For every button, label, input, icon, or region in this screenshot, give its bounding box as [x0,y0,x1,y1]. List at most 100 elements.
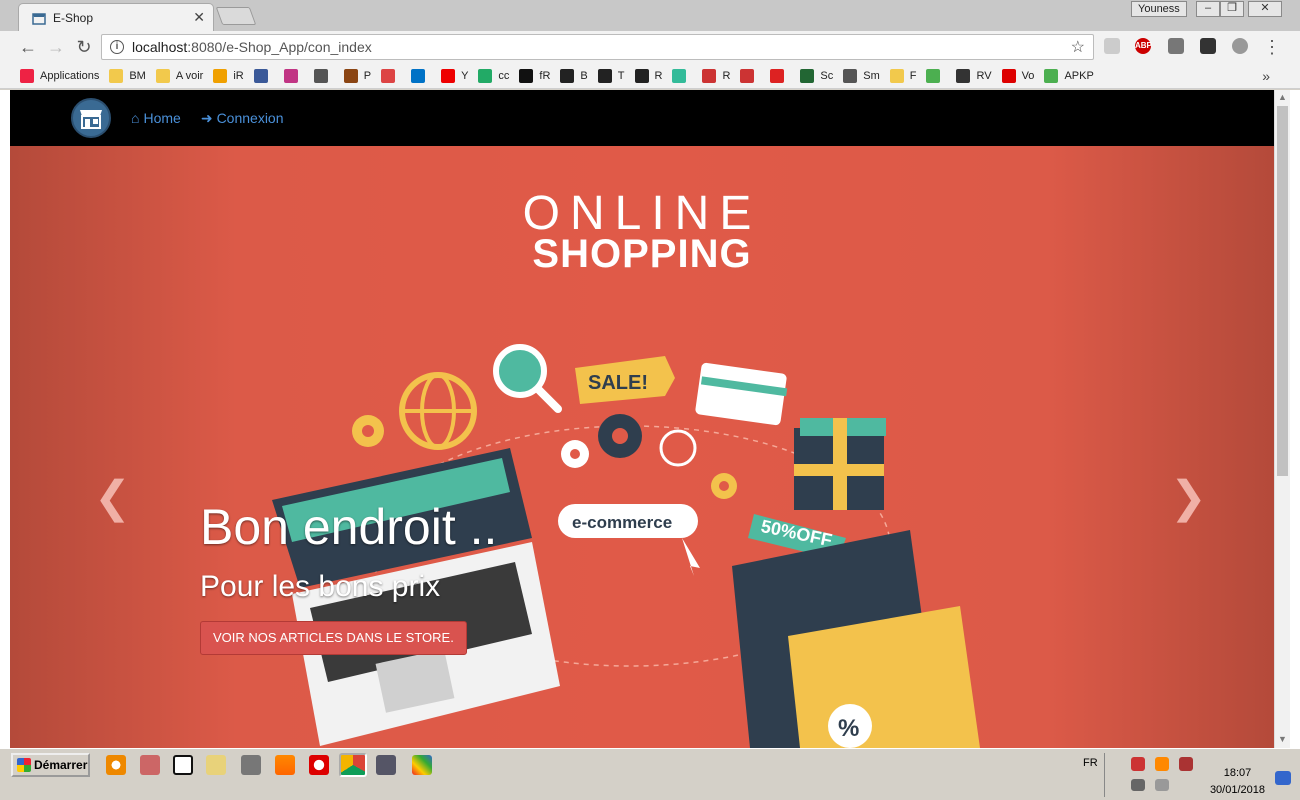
bookmark-favicon-icon [956,68,971,83]
bookmark-item[interactable]: cc [478,68,509,83]
bookmark-item[interactable]: RV [956,68,992,83]
credit-card-icon [695,362,788,426]
bookmark-favicon-icon [441,68,456,83]
bookmark-favicon-icon [1044,68,1059,83]
bookmarks-overflow-button[interactable]: » [1262,68,1270,84]
nav-home-link[interactable]: ⌂ Home [131,110,181,126]
bookmark-item[interactable]: iR [213,68,244,83]
network-icon[interactable] [1131,779,1145,791]
tab-close-icon[interactable]: ✕ [193,9,205,26]
bookmark-item[interactable]: T [597,68,625,83]
bookmark-item[interactable]: R [702,68,730,83]
bookmark-item[interactable] [770,68,790,83]
close-window-button[interactable]: ✕ [1248,1,1282,17]
chrome-taskbar-icon[interactable] [339,753,367,777]
tray-icon[interactable] [1131,757,1145,771]
search-icon[interactable] [106,755,126,775]
scroll-down-icon[interactable]: ▼ [1278,734,1287,744]
carousel-next-button[interactable]: ❯ [1170,476,1207,520]
bookmark-item[interactable]: A voir [155,68,203,83]
bookmark-favicon-icon [740,68,755,83]
bookmark-item[interactable]: P [343,68,371,83]
bookmark-item[interactable]: R [634,68,662,83]
bookmark-label: BM [129,69,146,82]
page-scrollbar[interactable]: ▲ ▼ [1274,90,1290,748]
scroll-thumb[interactable] [1277,106,1288,476]
extension-icon[interactable] [1168,38,1184,54]
bookmark-label: Sm [863,69,880,82]
address-bar[interactable]: i localhost:8080/e-Shop_App/con_index ☆ [101,34,1094,60]
extension-icon[interactable] [1104,38,1120,54]
tray-icon[interactable] [1179,757,1193,771]
bookmark-item[interactable]: B [560,68,588,83]
chrome-menu-button[interactable]: ⋮ [1262,37,1282,57]
url-text: localhost:8080/e-Shop_App/con_index [132,39,372,55]
view-store-button[interactable]: VOIR NOS ARTICLES DANS LE STORE. [200,621,467,655]
nav-login-link[interactable]: ➜ Connexion [201,110,284,127]
carousel-caption-text: Pour les bons prix [200,570,441,603]
desktop-icon[interactable] [173,755,193,775]
browser-tab[interactable]: E-Shop ✕ [18,3,214,31]
bookmark-item[interactable]: Y [441,68,469,83]
bookmark-favicon-icon [800,68,815,83]
extension-icon[interactable] [1200,38,1216,54]
reload-button[interactable]: ↻ [74,37,94,57]
bookmark-label: Y [461,69,469,82]
show-desktop-icon[interactable] [1275,771,1291,785]
bookmark-item[interactable]: APKP [1044,68,1094,83]
gift-box-icon [794,418,886,510]
back-button[interactable]: ← [18,37,38,57]
language-indicator[interactable]: FR [1083,757,1098,769]
bookmark-item[interactable] [253,68,274,83]
bookmark-item[interactable] [672,68,692,83]
bookmark-item[interactable]: Sm [843,68,880,83]
bookmark-item[interactable]: Sc [800,68,833,83]
browser-tab-strip: E-Shop ✕ Youness – ❐ ✕ [0,0,1300,31]
maximize-button[interactable]: ❐ [1220,1,1244,17]
bookmark-star-icon[interactable]: ☆ [1071,37,1085,57]
site-info-icon[interactable]: i [110,40,124,54]
tray-icon[interactable] [1155,757,1169,771]
bookmark-label: Applications [40,69,100,82]
tab-title: E-Shop [53,10,94,25]
system-tray: FR 18:07 30/01/2018 [1083,753,1300,799]
adblock-extension-icon[interactable]: ABP [1135,38,1152,54]
bookmark-item[interactable] [411,68,431,83]
opera-icon[interactable] [309,755,329,775]
explorer-icon[interactable] [206,755,226,775]
bookmark-favicon-icon [926,68,941,83]
bookmark-favicon-icon [313,68,328,83]
new-tab-button[interactable] [215,7,257,25]
bookmark-favicon-icon [702,68,717,83]
bookmark-item[interactable] [283,68,304,83]
profile-button[interactable]: Youness [1131,1,1187,17]
bookmark-label: T [617,69,625,82]
carousel-prev-button[interactable]: ❮ [94,476,131,520]
bookmark-item[interactable] [381,68,401,83]
bookmark-item[interactable]: Applications [20,68,100,83]
forward-button[interactable]: → [46,37,66,57]
bookmark-item[interactable] [926,68,946,83]
extension-icon[interactable] [1232,38,1248,54]
volume-icon[interactable] [1155,779,1169,791]
scroll-up-icon[interactable]: ▲ [1278,92,1287,102]
clock[interactable]: 18:07 30/01/2018 [1210,765,1265,799]
store-logo-icon[interactable] [71,98,111,138]
bookmark-item[interactable] [740,68,760,83]
svg-text:e-commerce: e-commerce [572,513,672,532]
bookmark-item[interactable]: Vo [1001,68,1034,83]
paint-icon[interactable] [412,755,432,775]
minimize-button[interactable]: – [1196,1,1220,17]
vlc-icon[interactable] [275,755,295,775]
bookmark-item[interactable]: BM [109,68,146,83]
media-icon[interactable] [241,755,261,775]
bookmark-item[interactable]: fR [519,68,550,83]
app-icon[interactable] [140,755,160,775]
start-button[interactable]: Démarrer [11,753,90,777]
svg-text:%: % [838,715,859,742]
bookmark-favicon-icon [519,68,534,83]
app-icon[interactable] [376,755,396,775]
bookmark-item[interactable] [313,68,334,83]
bookmark-item[interactable]: F [889,68,916,83]
bookmark-label: B [580,69,588,82]
